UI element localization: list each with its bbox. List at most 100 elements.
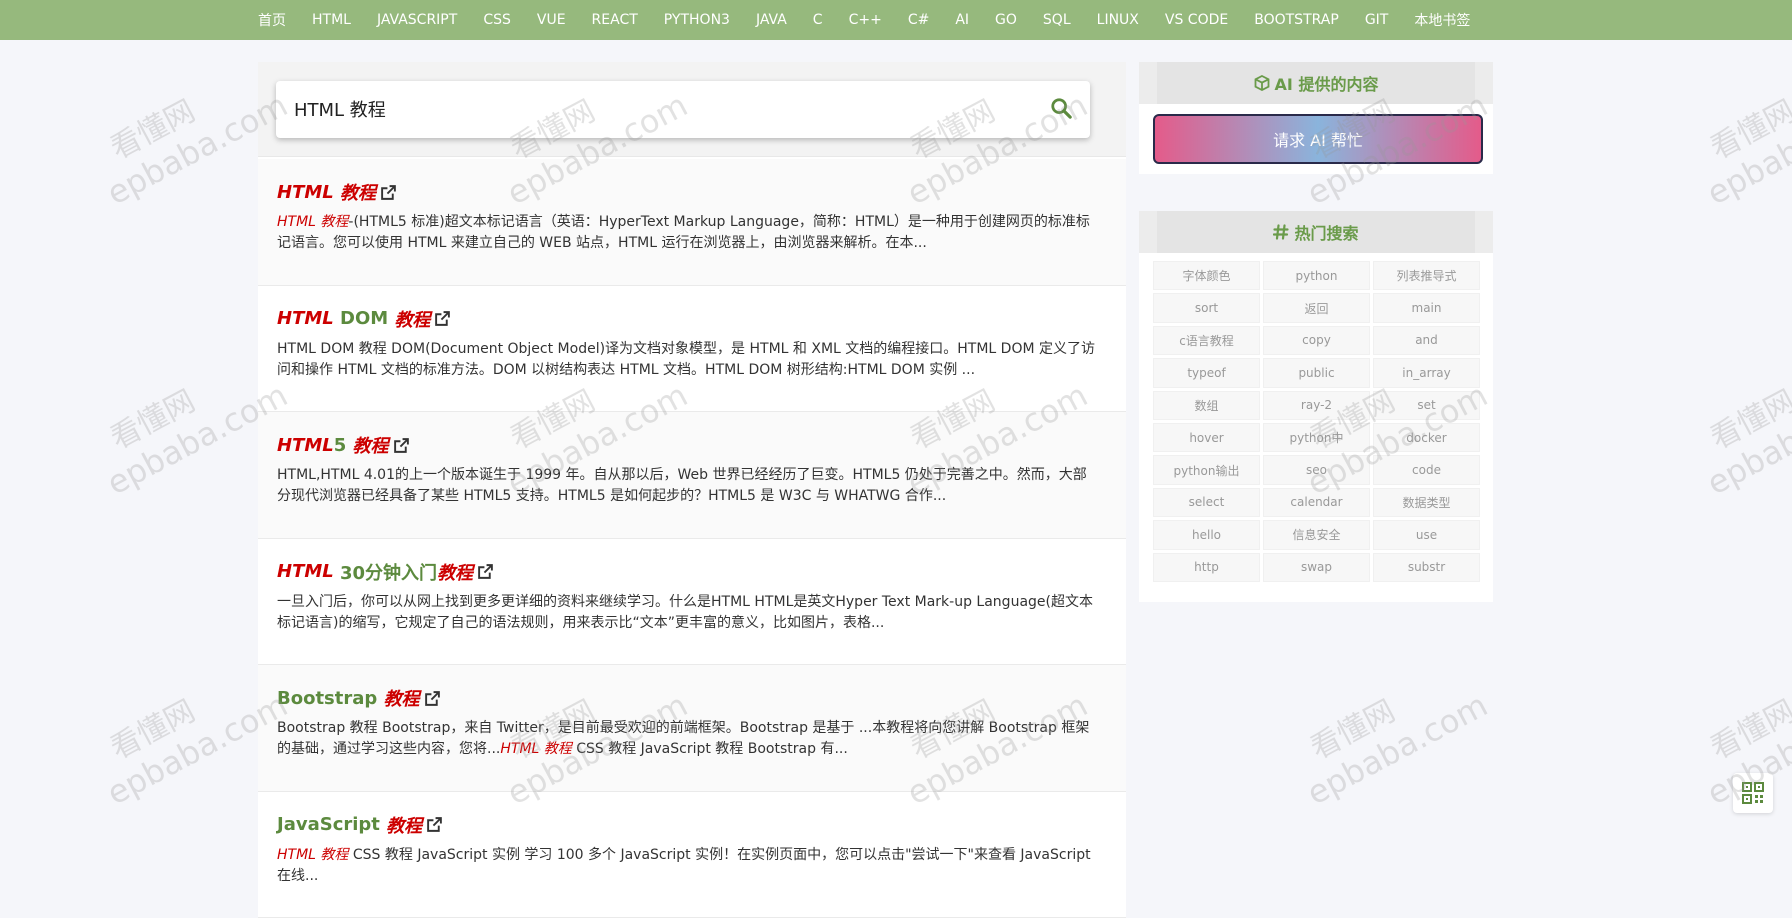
watermark-line1: 看懂网 xyxy=(1301,647,1476,768)
qrcode-button[interactable] xyxy=(1733,773,1773,813)
search-area xyxy=(258,62,1126,157)
result-title-link[interactable]: HTML 教程 xyxy=(277,179,1098,205)
nav-item[interactable]: AI xyxy=(955,12,969,28)
hot-search-tag[interactable]: in_array xyxy=(1373,358,1480,387)
desc-keyword: HTML 教程 xyxy=(277,847,348,863)
ai-panel-title: AI 提供的内容 xyxy=(1275,71,1379,95)
result-title-link[interactable]: HTML DOM 教程 xyxy=(277,306,1098,332)
hot-search-tag[interactable]: typeof xyxy=(1153,358,1260,387)
result-item: HTML5 教程 HTML,HTML 4.01的上一个版本诞生于 1999 年。自… xyxy=(258,412,1126,539)
hot-search-tag[interactable]: substr xyxy=(1373,553,1480,582)
result-item: JavaScript 教程 HTML 教程 CSS 教程 JavaScript 实… xyxy=(258,792,1126,918)
hot-search-tag[interactable]: http xyxy=(1153,553,1260,582)
hot-search-tag[interactable]: code xyxy=(1373,455,1480,484)
nav-item[interactable]: REACT xyxy=(592,12,638,28)
title-keyword: 教程 xyxy=(340,179,376,205)
result-title-link[interactable]: HTML5 教程 xyxy=(277,432,1098,458)
ask-ai-button[interactable]: 请求 AI 帮忙 xyxy=(1153,114,1483,164)
ai-panel: AI 提供的内容 请求 AI 帮忙 xyxy=(1139,62,1493,174)
hot-search-tag[interactable]: 列表推导式 xyxy=(1373,261,1480,290)
hot-search-tag[interactable]: python中 xyxy=(1263,423,1370,452)
hot-search-tag[interactable]: 信息安全 xyxy=(1263,520,1370,549)
nav-item[interactable]: VUE xyxy=(537,12,566,28)
nav-item[interactable]: SQL xyxy=(1043,12,1071,28)
nav-item[interactable]: PYTHON3 xyxy=(664,12,730,28)
result-title-link[interactable]: Bootstrap 教程 xyxy=(277,685,1098,711)
hot-search-tag[interactable]: 数据类型 xyxy=(1373,488,1480,517)
nav-item[interactable]: 本地书签 xyxy=(1414,10,1470,30)
title-keyword: 教程 xyxy=(353,432,389,458)
hot-search-body: 字体颜色python列表推导式 sort返回main c语言教程copyand typ… xyxy=(1139,253,1493,602)
result-item: HTML 教程 HTML 教程-(HTML5 标准)超文本标记语言（英语：Hype… xyxy=(258,159,1126,286)
search-results: HTML 教程HTML 教程-(HTML5 标准)超文本标记语言（英语：Hype… xyxy=(258,159,1126,918)
watermark-line1: 看懂网 xyxy=(101,337,276,458)
hot-search-tag[interactable]: public xyxy=(1263,358,1370,387)
desc-text: CSS 教程 JavaScript 实例 学习 100 多个 JavaScrip… xyxy=(277,847,1091,884)
hot-search-tag[interactable]: python xyxy=(1263,261,1370,290)
hot-search-tag[interactable]: and xyxy=(1373,326,1480,355)
hot-search-tag[interactable]: copy xyxy=(1263,326,1370,355)
hot-search-tag[interactable]: seo xyxy=(1263,455,1370,484)
main-content: HTML 教程HTML 教程-(HTML5 标准)超文本标记语言（英语：Hype… xyxy=(258,62,1126,856)
cube-icon xyxy=(1254,75,1270,91)
title-keyword: 教程 xyxy=(386,812,422,838)
hot-search-tag[interactable]: set xyxy=(1373,391,1480,420)
external-link-icon[interactable] xyxy=(393,437,410,454)
nav-item[interactable]: JAVASCRIPT xyxy=(377,12,457,28)
hot-search-tag[interactable]: c语言教程 xyxy=(1153,326,1260,355)
nav-item[interactable]: JAVA xyxy=(756,12,787,28)
result-description: HTML 教程-(HTML5 标准)超文本标记语言（英语：HyperText M… xyxy=(277,212,1098,254)
nav-item[interactable]: CSS xyxy=(483,12,511,28)
nav-item[interactable]: C xyxy=(813,12,823,28)
nav-item[interactable]: HTML xyxy=(312,12,351,28)
hot-search-tag[interactable]: 字体颜色 xyxy=(1153,261,1260,290)
title-keyword: 教程 xyxy=(394,306,430,332)
hot-search-tag[interactable]: python输出 xyxy=(1153,455,1260,484)
nav-item[interactable]: LINUX xyxy=(1097,12,1139,28)
desc-text: HTML,HTML 4.01的上一个版本诞生于 1999 年。自从那以后，Web… xyxy=(277,467,1087,504)
watermark-line1: 看懂网 xyxy=(1701,337,1792,458)
hot-search-tag[interactable]: swap xyxy=(1263,553,1370,582)
result-title-link[interactable]: JavaScript 教程 xyxy=(277,812,1098,838)
hot-search-tag[interactable]: use xyxy=(1373,520,1480,549)
hot-search-tag[interactable]: hover xyxy=(1153,423,1260,452)
hot-search-tag[interactable]: docker xyxy=(1373,423,1480,452)
nav-item[interactable]: GIT xyxy=(1365,12,1389,28)
hot-search-tag[interactable]: 数组 xyxy=(1153,391,1260,420)
nav-item[interactable]: BOOTSTRAP xyxy=(1254,12,1339,28)
external-link-icon[interactable] xyxy=(434,310,451,327)
external-link-icon[interactable] xyxy=(426,816,443,833)
external-link-icon[interactable] xyxy=(424,690,441,707)
hot-search-tag[interactable]: hello xyxy=(1153,520,1260,549)
hot-search-tag[interactable]: sort xyxy=(1153,293,1260,322)
nav-item[interactable]: VS CODE xyxy=(1165,12,1228,28)
hot-search-header: 热门搜索 xyxy=(1139,211,1493,253)
nav-item[interactable]: C++ xyxy=(849,12,882,28)
external-link-icon[interactable] xyxy=(380,184,397,201)
desc-keyword: HTML 教程 xyxy=(500,741,571,757)
title-text: JavaScript xyxy=(277,814,386,835)
hot-search-tag[interactable]: 返回 xyxy=(1263,293,1370,322)
hot-search-tag[interactable]: main xyxy=(1373,293,1480,322)
qrcode-icon xyxy=(1742,782,1764,804)
nav-item[interactable]: C# xyxy=(908,12,930,28)
nav-item[interactable]: GO xyxy=(995,12,1017,28)
desc-text: -(HTML5 标准)超文本标记语言（英语：HyperText Markup L… xyxy=(277,214,1090,251)
hot-search-tag[interactable]: select xyxy=(1153,488,1260,517)
hot-search-tag[interactable]: ray-2 xyxy=(1263,391,1370,420)
external-link-icon[interactable] xyxy=(477,563,494,580)
search-input[interactable] xyxy=(294,91,994,127)
hot-search-grid: 字体颜色python列表推导式 sort返回main c语言教程copyand typ… xyxy=(1153,261,1479,582)
result-title-link[interactable]: HTML 30分钟入门教程 xyxy=(277,559,1098,585)
hot-search-tag[interactable]: calendar xyxy=(1263,488,1370,517)
search-icon[interactable] xyxy=(1050,97,1074,121)
nav-menu: 首页 HTML JAVASCRIPT CSS VUE REACT PYTHON3 JAVA C C… xyxy=(258,0,1496,40)
hot-search-title: 热门搜索 xyxy=(1294,220,1358,244)
desc-text: CSS 教程 JavaScript 教程 Bootstrap 有... xyxy=(572,741,848,757)
result-description: HTML,HTML 4.01的上一个版本诞生于 1999 年。自从那以后，Web… xyxy=(277,465,1098,507)
watermark-line1: 看懂网 xyxy=(1701,47,1792,168)
nav-item[interactable]: 首页 xyxy=(258,10,286,30)
result-description: HTML DOM 教程 DOM(Document Object Model)译为… xyxy=(277,339,1098,381)
watermark-line1: 看懂网 xyxy=(101,47,276,168)
watermark-line2: epbaba.com xyxy=(1301,686,1494,813)
